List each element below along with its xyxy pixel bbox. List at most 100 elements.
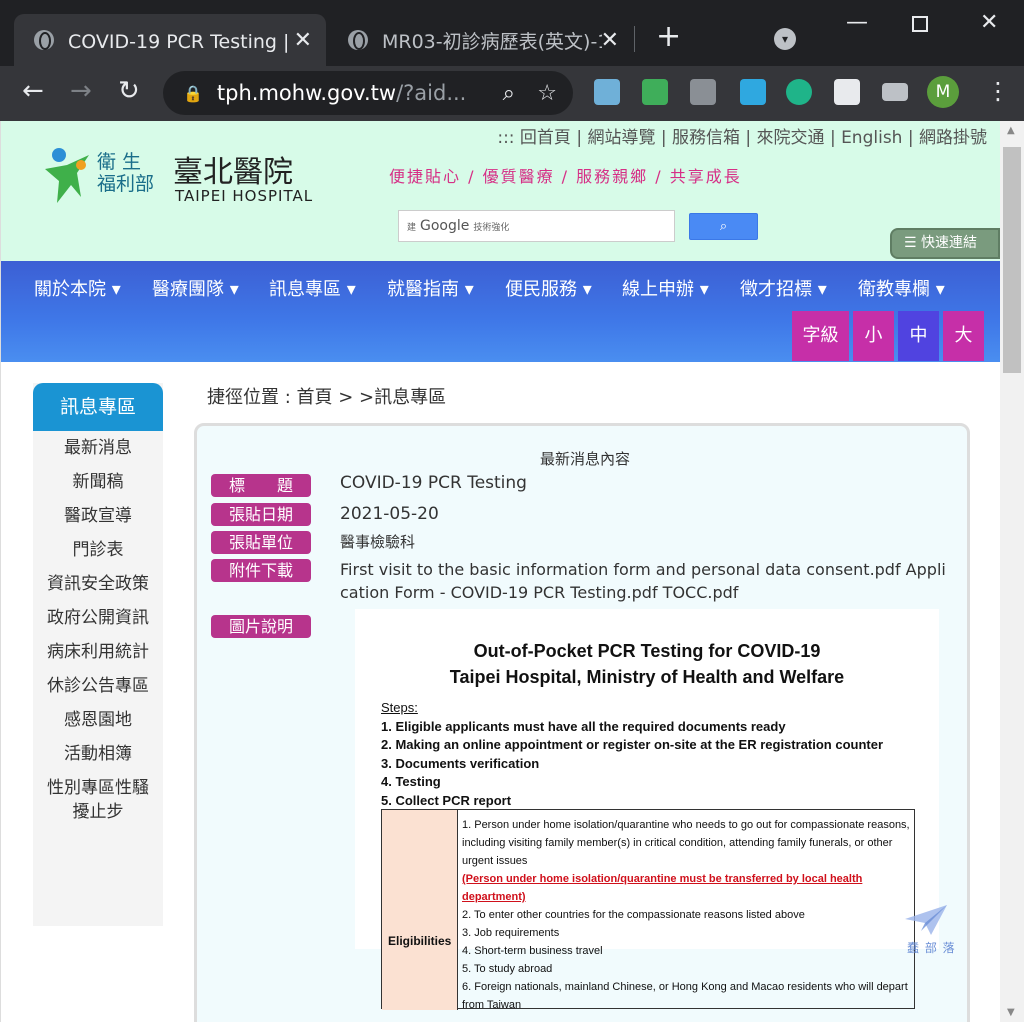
section-title: 最新消息內容 [539,450,630,468]
minimize-icon[interactable]: — [846,10,868,35]
step-item: 5. Collect PCR report [381,792,512,808]
logo-name: 臺北醫院 [173,155,293,190]
sidebar-item-gender[interactable]: 性別專區性騷擾止步 [33,771,163,829]
logo-moh: 衛 生 福利部 [97,151,154,195]
nav-item-guide[interactable]: 就醫指南 ▾ [387,275,474,301]
tab-title: MR03-初診病歷表(英文)-1 [382,30,602,53]
url-host: tph.mohw.gov.tw [216,81,397,105]
logo-english: TAIPEI HOSPITAL [175,187,314,205]
main-nav: 關於本院 ▾ 醫療團隊 ▾ 訊息專區 ▾ 就醫指南 ▾ 便民服務 ▾ 線上申辦 … [1,261,1000,362]
logo-moh-line2: 福利部 [97,173,155,195]
forward-icon[interactable]: → [70,76,92,106]
sidebar-item-gratitude[interactable]: 感恩園地 [33,703,163,737]
eligibility-list: 1. Person under home isolation/quarantin… [462,816,912,1014]
zoom-icon[interactable]: ⌕ [503,81,515,106]
close-tab-icon[interactable]: ✕ [294,28,312,53]
back-icon[interactable]: ← [22,76,44,106]
watermark: 蠢 部 落 [901,901,961,961]
globe-icon [34,30,54,50]
extensions-puzzle-icon[interactable] [834,79,860,105]
tab-search-icon[interactable]: ▾ [774,28,796,50]
watermark-text: 蠢 部 落 [907,941,956,955]
sidebar-item-policy[interactable]: 醫政宣導 [33,499,163,533]
extension-code-icon[interactable] [690,79,716,105]
sidebar-item-security[interactable]: 資訊安全政策 [33,567,163,601]
search-input[interactable]: 建 Google 技術強化 [398,210,675,242]
poster-title: Out-of-Pocket PCR Testing for COVID-19 [473,641,821,661]
sidebar-item-clinic[interactable]: 門診表 [33,533,163,567]
browser-chrome: COVID-19 PCR Testing | 臺 ✕ MR03-初診病歷表(英文… [0,0,1024,121]
image-label: 圖片說明 [211,615,311,638]
nav-item-services[interactable]: 便民服務 ▾ [505,275,592,301]
window-close-icon[interactable]: ✕ [980,10,998,35]
extension-4-icon[interactable] [740,79,766,105]
nav-item-recruit[interactable]: 徵才招標 ▾ [740,275,827,301]
steps-heading: Steps: [381,700,418,715]
font-small-button[interactable]: 小 [853,311,894,361]
extension-2-icon[interactable] [642,79,668,105]
nav-item-news[interactable]: 訊息專區 ▾ [269,275,356,301]
tab-separator [634,26,635,52]
attachments-label: 附件下載 [211,559,311,582]
browser-menu-icon[interactable]: ⋮ [986,76,1010,106]
title-label: 標 題 [211,474,311,497]
nav-item-team[interactable]: 醫療團隊 ▾ [152,275,239,301]
power-icon[interactable] [786,79,812,105]
globe-icon [348,30,368,50]
nav-item-about[interactable]: 關於本院 ▾ [34,275,121,301]
eligibility-item: 3. Job requirements [462,927,560,939]
font-medium-button[interactable]: 中 [898,311,939,361]
poster-image: Out-of-Pocket PCR Testing for COVID-19 T… [355,609,939,1011]
step-item: 3. Documents verification [381,755,540,771]
eligibility-label: Eligibilities [388,934,452,948]
address-bar[interactable]: 🔒 tph.mohw.gov.tw /?aid... ⌕ ☆ [163,71,573,115]
search-button[interactable]: ⌕ [689,213,758,240]
step-item: 1. Eligible applicants must have all the… [381,718,786,734]
eligibility-item: 1. Person under home isolation/quarantin… [462,819,910,867]
nav-item-health-ed[interactable]: 衛教專欄 ▾ [858,275,945,301]
post-date: 2021-05-20 [340,504,439,524]
hospital-logo[interactable]: 衛 生 福利部 臺北醫院 TAIPEI HOSPITAL [35,143,315,215]
sidebar-item-press[interactable]: 新聞稿 [33,465,163,499]
maximize-icon[interactable] [912,16,928,32]
new-tab-icon[interactable]: + [656,22,681,52]
scroll-down-icon[interactable]: ▼ [1007,1007,1015,1018]
sidebar-heading: 訊息專區 [33,383,163,431]
eligibility-header-cell: Eligibilities [382,810,458,1010]
tab-inactive[interactable]: MR03-初診病歷表(英文)-1 ✕ [328,14,633,66]
search-icon: ⌕ [719,219,728,234]
font-large-button[interactable]: 大 [943,311,984,361]
top-links[interactable]: ::: 回首頁 | 網站導覽 | 服務信箱 | 來院交通 | English |… [497,123,987,148]
tab-title: COVID-19 PCR Testing | 臺 [68,30,288,53]
eligibility-item: 2. To enter other countries for the comp… [462,909,805,921]
extension-1-icon[interactable] [594,79,620,105]
tab-active[interactable]: COVID-19 PCR Testing | 臺 ✕ [14,14,326,66]
sidebar-item-closure[interactable]: 休診公告專區 [33,669,163,703]
profile-avatar[interactable]: M [927,76,959,108]
page-viewport: ::: 回首頁 | 網站導覽 | 服務信箱 | 來院交通 | English |… [0,121,1000,1022]
reload-icon[interactable]: ↻ [118,76,140,106]
sidebar-item-latest[interactable]: 最新消息 [33,431,163,465]
nav-item-online[interactable]: 線上申辦 ▾ [622,275,709,301]
step-item: 2. Making an online appointment or regis… [381,737,884,752]
date-label: 張貼日期 [211,503,311,526]
media-control-icon[interactable] [882,83,908,101]
close-tab-icon[interactable]: ✕ [601,28,619,53]
sidebar-item-album[interactable]: 活動相簿 [33,737,163,771]
sidebar-item-open-gov[interactable]: 政府公開資訊 [33,601,163,635]
quick-links-button[interactable]: ☰ 快速連結 [890,228,1000,259]
article-title: COVID-19 PCR Testing [340,473,527,493]
sidebar-item-bed-stats[interactable]: 病床利用統計 [33,635,163,669]
unit-label: 張貼單位 [211,531,311,554]
slogan: 便捷貼心 / 優質醫療 / 服務親鄉 / 共享成長 [389,167,742,186]
attachments-links[interactable]: First visit to the basic information for… [340,558,952,604]
font-size-label: 字級 [792,311,849,361]
eligibility-item: 5. To study abroad [462,963,553,975]
bookmark-star-icon[interactable]: ☆ [537,81,557,106]
toolbar: ← → ↻ 🔒 tph.mohw.gov.tw /?aid... ⌕ ☆ M ⋮ [0,66,1024,121]
post-unit: 醫事檢驗科 [340,533,416,551]
page-scrollbar[interactable]: ▲ ▼ [1000,121,1024,1022]
scrollbar-thumb[interactable] [1003,147,1021,373]
scroll-up-icon[interactable]: ▲ [1007,125,1015,136]
eligibility-item: 4. Short-term business travel [462,945,603,957]
